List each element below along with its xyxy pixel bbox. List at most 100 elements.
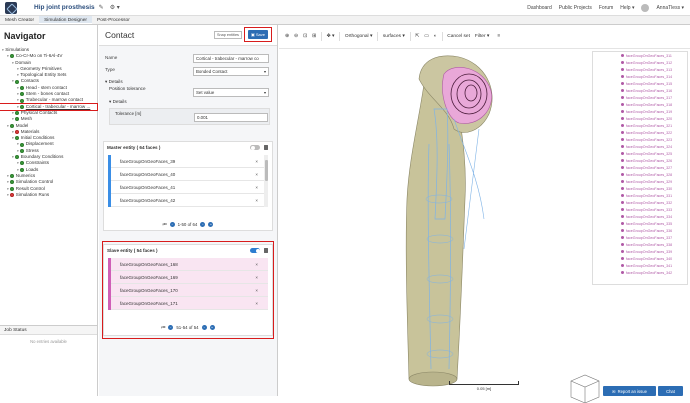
next-page-icon[interactable]: › <box>200 221 206 227</box>
report-issue-button[interactable]: ✉ Report an issue <box>603 386 656 396</box>
tab-post-processor[interactable]: Post-Processor <box>92 16 135 24</box>
filter-select[interactable]: Filter ▾ <box>475 34 489 39</box>
face-list-item[interactable]: faceGroupOnGeoFaces_327 <box>593 164 687 171</box>
move-icon[interactable]: ✥ ▾ <box>327 34 335 39</box>
avatar[interactable] <box>641 4 650 12</box>
chevron-down-icon[interactable]: ▾ <box>7 192 9 198</box>
nav-public-projects[interactable]: Public Projects <box>559 5 592 11</box>
prev-page-icon[interactable]: ‹ <box>169 221 175 227</box>
nav-dashboard[interactable]: Dashboard <box>527 5 551 11</box>
face-list-item[interactable]: faceGroupOnGeoFaces_332 <box>593 199 687 206</box>
face-list-item[interactable]: faceGroupOnGeoFaces_311 <box>593 52 687 59</box>
face-list-item[interactable]: faceGroupOnGeoFaces_342 <box>593 269 687 276</box>
face-list-item[interactable]: faceGroupOnGeoFaces_323 <box>593 136 687 143</box>
first-page-icon[interactable]: ⏮ <box>161 325 165 330</box>
list-item[interactable]: faceGroupOnGeoFaces_42 × <box>111 194 268 207</box>
face-list-item[interactable]: faceGroupOnGeoFaces_326 <box>593 157 687 164</box>
master-trash-icon[interactable] <box>264 144 268 150</box>
cancel-set-button[interactable]: Cancel set <box>447 34 470 39</box>
face-list-overlay[interactable]: faceGroupOnGeoFaces_311 faceGroupOnGeoFac… <box>592 51 688 285</box>
zoom-fit-icon[interactable]: ⊡ <box>303 34 307 39</box>
ok-status-icon <box>20 104 25 109</box>
face-list-item[interactable]: faceGroupOnGeoFaces_334 <box>593 213 687 220</box>
next-page-icon[interactable]: › <box>201 324 207 330</box>
remove-icon[interactable]: × <box>255 198 258 203</box>
list-icon[interactable]: ≡ <box>497 34 500 39</box>
type-select[interactable]: Bonded Contact <box>193 67 269 76</box>
projection-select[interactable]: Orthogonal ▾ <box>345 34 372 39</box>
master-scrollbar[interactable] <box>264 155 268 207</box>
master-pager-label: 1-50 of 64 <box>177 221 198 227</box>
details-toggle[interactable]: ▾ Details <box>105 79 273 86</box>
select-icon[interactable]: ⇱ <box>415 34 419 39</box>
remove-icon[interactable]: × <box>255 159 258 164</box>
ok-status-icon <box>15 136 20 141</box>
edit-icon[interactable]: ✎ <box>99 4 104 11</box>
position-tolerance-select[interactable]: Set value <box>193 88 269 97</box>
face-list-item[interactable]: faceGroupOnGeoFaces_324 <box>593 143 687 150</box>
face-list-item[interactable]: faceGroupOnGeoFaces_319 <box>593 108 687 115</box>
tab-mesh-creator[interactable]: Mesh Creator <box>0 16 39 24</box>
snap-entities-button[interactable]: Snap entities <box>214 31 242 39</box>
face-list-item[interactable]: faceGroupOnGeoFaces_315 <box>593 80 687 87</box>
tab-simulation-designer[interactable]: Simulation Designer <box>39 16 92 24</box>
3d-viewport[interactable]: ⊕ ⊖ ⊡ ⊞ ✥ ▾ Orthogonal ▾ surfaces ▾ ⇱ ▭ … <box>279 25 690 403</box>
face-list-item[interactable]: faceGroupOnGeoFaces_314 <box>593 73 687 80</box>
face-list-item[interactable]: faceGroupOnGeoFaces_312 <box>593 59 687 66</box>
details-sub-toggle[interactable]: ▾ Details <box>109 99 273 106</box>
settings-gear-icon[interactable]: ⚙ ▾ <box>110 4 120 11</box>
last-page-icon[interactable]: » <box>208 221 214 227</box>
prev-page-icon[interactable]: ‹ <box>168 324 174 330</box>
face-list-item[interactable]: faceGroupOnGeoFaces_321 <box>593 122 687 129</box>
simscale-logo-icon[interactable] <box>5 1 17 14</box>
list-item[interactable]: faceGroupOnGeoFaces_39 × <box>111 155 268 168</box>
master-toggle[interactable] <box>250 145 260 150</box>
project-title[interactable]: Hip joint prosthesis <box>34 4 95 11</box>
face-list-item[interactable]: faceGroupOnGeoFaces_320 <box>593 115 687 122</box>
remove-icon[interactable]: × <box>255 185 258 190</box>
face-list-item[interactable]: faceGroupOnGeoFaces_333 <box>593 206 687 213</box>
name-label: Name <box>105 54 118 60</box>
face-list-item[interactable]: faceGroupOnGeoFaces_330 <box>593 185 687 192</box>
render-mode-select[interactable]: surfaces ▾ <box>383 34 405 39</box>
face-list-item[interactable]: faceGroupOnGeoFaces_341 <box>593 262 687 269</box>
face-list-item[interactable]: faceGroupOnGeoFaces_329 <box>593 178 687 185</box>
face-list-item[interactable]: faceGroupOnGeoFaces_335 <box>593 220 687 227</box>
face-list-item[interactable]: faceGroupOnGeoFaces_336 <box>593 227 687 234</box>
face-list-item[interactable]: faceGroupOnGeoFaces_338 <box>593 241 687 248</box>
face-list-item[interactable]: faceGroupOnGeoFaces_340 <box>593 255 687 262</box>
face-list-item[interactable]: faceGroupOnGeoFaces_339 <box>593 248 687 255</box>
face-list-item[interactable]: faceGroupOnGeoFaces_328 <box>593 171 687 178</box>
box-select-icon[interactable]: ▭ <box>424 34 429 39</box>
workbench-tabs: Mesh Creator Simulation Designer Post-Pr… <box>0 16 690 25</box>
zoom-out-icon[interactable]: ⊖ <box>294 34 298 39</box>
face-list-item[interactable]: faceGroupOnGeoFaces_318 <box>593 101 687 108</box>
tree-item[interactable]: ▾ Simulation Runs <box>0 192 97 198</box>
zoom-in-icon[interactable]: ⊕ <box>285 34 289 39</box>
face-list-item[interactable]: faceGroupOnGeoFaces_317 <box>593 94 687 101</box>
list-item[interactable]: faceGroupOnGeoFaces_41 × <box>111 181 268 194</box>
list-item[interactable]: faceGroupOnGeoFaces_40 × <box>111 168 268 181</box>
orientation-cube[interactable] <box>567 373 601 403</box>
face-list-item[interactable]: faceGroupOnGeoFaces_325 <box>593 150 687 157</box>
chat-button[interactable]: Chat <box>658 386 683 396</box>
slave-pager-label: 51-54 of 54 <box>176 324 199 330</box>
save-highlight-box <box>244 27 272 42</box>
face-list-item[interactable]: faceGroupOnGeoFaces_313 <box>593 66 687 73</box>
face-list-item[interactable]: faceGroupOnGeoFaces_331 <box>593 192 687 199</box>
nav-help[interactable]: Help ▾ <box>620 5 634 11</box>
tolerance-field[interactable]: 0.001 <box>194 113 268 122</box>
ok-status-icon <box>20 98 25 103</box>
name-field[interactable]: Cortical - trabecular - marrow co <box>193 54 269 63</box>
tolerance-label: Tolerance [m] <box>115 111 142 116</box>
first-page-icon[interactable]: ⏮ <box>163 222 167 227</box>
nav-forum[interactable]: Forum <box>599 5 613 11</box>
remove-icon[interactable]: × <box>255 172 258 177</box>
face-list-item[interactable]: faceGroupOnGeoFaces_322 <box>593 129 687 136</box>
last-page-icon[interactable]: » <box>209 324 215 330</box>
hide-icon[interactable]: ◐ <box>434 34 437 39</box>
nav-user[interactable]: AnnaTless ▾ <box>656 5 684 11</box>
face-list-item[interactable]: faceGroupOnGeoFaces_316 <box>593 87 687 94</box>
face-list-item[interactable]: faceGroupOnGeoFaces_337 <box>593 234 687 241</box>
zoom-box-icon[interactable]: ⊞ <box>312 34 316 39</box>
